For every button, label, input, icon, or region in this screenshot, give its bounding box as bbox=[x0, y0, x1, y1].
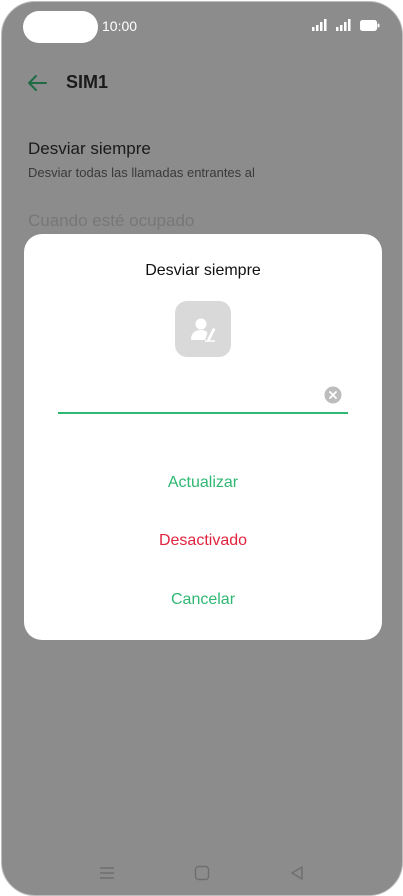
setting-when-busy[interactable]: Cuando esté ocupado bbox=[28, 211, 194, 231]
setting-title: Cuando esté ocupado bbox=[28, 211, 195, 230]
home-icon[interactable] bbox=[193, 864, 211, 882]
navigation-bar bbox=[2, 860, 402, 886]
setting-title: Desviar siempre bbox=[28, 139, 151, 158]
setting-subtitle: Desviar todas las llamadas entrantes al bbox=[28, 165, 255, 180]
camera-cutout bbox=[23, 11, 98, 43]
back-arrow-icon[interactable] bbox=[26, 72, 48, 94]
forward-dialog: Desviar siempre Actualizar Desactivado C… bbox=[24, 234, 382, 640]
status-icons bbox=[312, 19, 380, 31]
forward-number-input[interactable] bbox=[58, 382, 348, 414]
contact-picker-button[interactable] bbox=[175, 301, 231, 357]
dialog-title: Desviar siempre bbox=[145, 262, 261, 279]
signal-icon bbox=[312, 19, 327, 31]
status-time: 10:00 bbox=[102, 18, 138, 34]
battery-icon bbox=[360, 20, 380, 31]
disable-button[interactable]: Desactivado bbox=[24, 532, 382, 550]
clear-icon[interactable] bbox=[324, 386, 342, 404]
contact-icon bbox=[191, 318, 216, 342]
menu-icon[interactable] bbox=[98, 864, 116, 882]
signal-icon bbox=[336, 19, 351, 31]
cancel-button[interactable]: Cancelar bbox=[24, 591, 382, 609]
setting-always-forward[interactable]: Desviar siempre Desviar todas las llamad… bbox=[28, 139, 255, 180]
phone-screen: 10:00 SIM1 Desviar siempre Desviar todas… bbox=[1, 1, 403, 896]
back-triangle-icon[interactable] bbox=[288, 864, 306, 882]
update-button[interactable]: Actualizar bbox=[24, 474, 382, 492]
page-title: SIM1 bbox=[66, 72, 109, 92]
